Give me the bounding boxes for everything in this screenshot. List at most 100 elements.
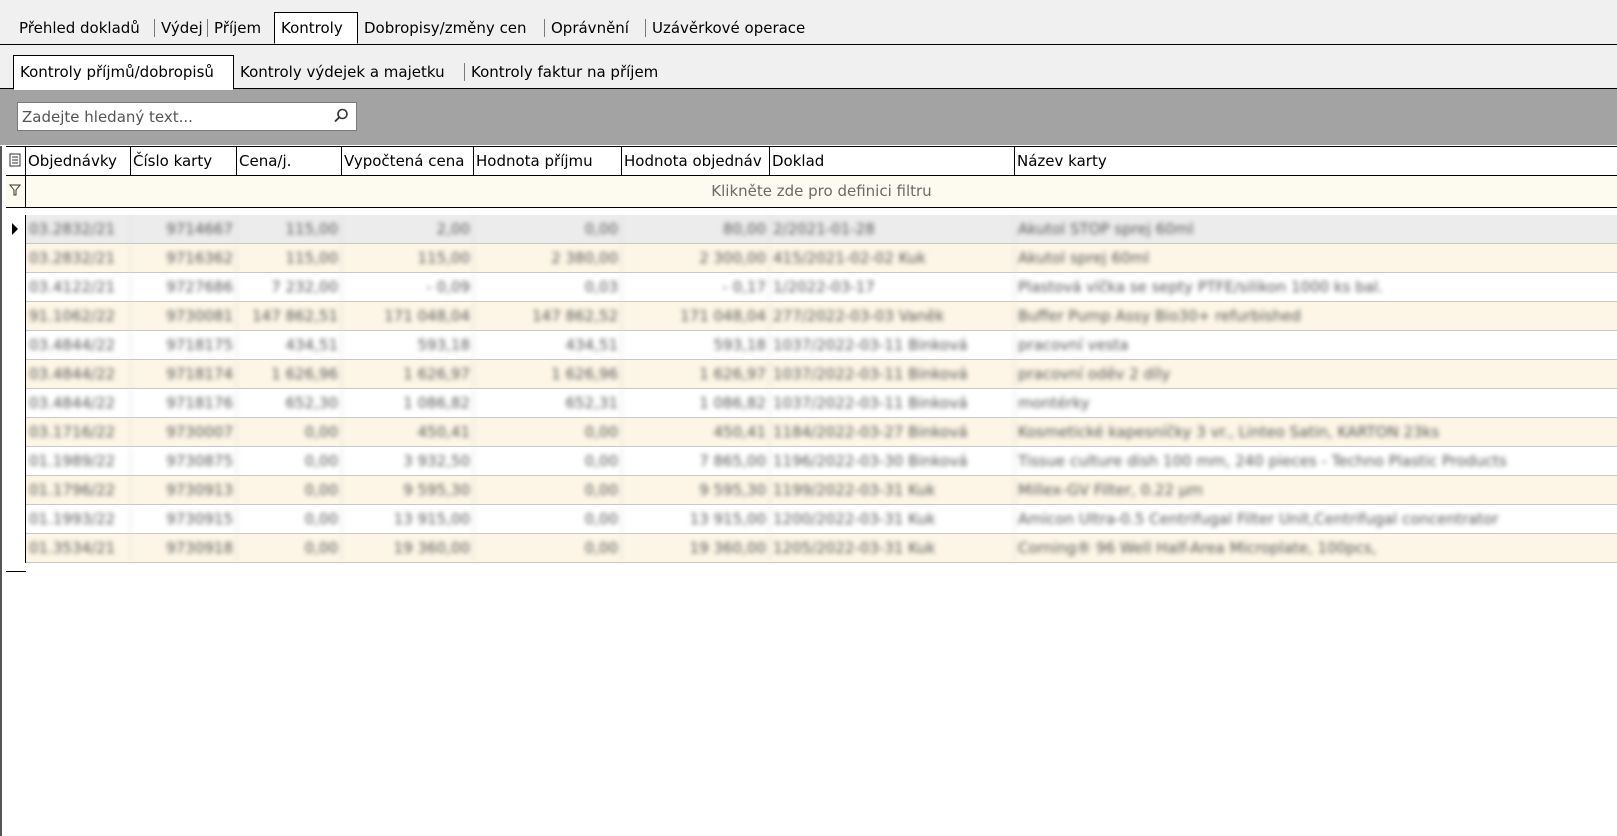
column-header-nazev-karty[interactable]: Název karty (1015, 147, 1617, 175)
table-cell[interactable]: 171 048,04 (622, 302, 770, 331)
table-cell[interactable]: 13 915,00 (342, 505, 474, 534)
table-row[interactable]: 01.1796/22 9730913 0,00 9 595,30 0,00 9 595,3… (6, 476, 1617, 505)
tab-kontroly[interactable]: Kontroly (274, 12, 358, 44)
row-indicator[interactable] (6, 215, 26, 244)
tab-vydej[interactable]: Výdej (155, 13, 208, 43)
table-cell[interactable]: 0,00 (237, 418, 342, 447)
table-cell[interactable]: 9718174 (131, 360, 237, 389)
table-cell[interactable]: 03.4844/22 (26, 389, 131, 418)
table-cell[interactable]: 80,00 (622, 215, 770, 244)
table-cell[interactable]: 2 300,00 (622, 244, 770, 273)
row-indicator[interactable] (6, 476, 26, 505)
column-header-hodnota-objednavky[interactable]: Hodnota objednáv (622, 147, 770, 175)
table-cell[interactable]: 1037/2022-03-11 Binková (770, 389, 1015, 418)
table-row[interactable]: 01.3534/21 9730918 0,00 19 360,00 0,00 19 360… (6, 534, 1617, 563)
table-cell[interactable]: Kosmetické kapesníčky 3 vr., Linteo Sati… (1015, 418, 1617, 447)
column-header-doklad[interactable]: Doklad (770, 147, 1015, 175)
table-cell[interactable]: 9730007 (131, 418, 237, 447)
table-row[interactable]: 03.4122/21 9727686 7 232,00- 0,09 0,03- 0,1… (6, 273, 1617, 302)
table-cell[interactable]: 03.2832/21 (26, 215, 131, 244)
subtab-kontroly-faktur[interactable]: Kontroly faktur na příjem (465, 57, 680, 88)
table-cell[interactable]: 0,00 (474, 215, 622, 244)
search-input[interactable] (18, 103, 322, 130)
table-cell[interactable]: Akutol STOP sprej 60ml (1015, 215, 1617, 244)
table-cell[interactable]: 19 360,00 (342, 534, 474, 563)
row-indicator[interactable] (6, 389, 26, 418)
table-cell[interactable]: 1/2022-03-17 (770, 273, 1015, 302)
table-row[interactable]: 03.4844/22 9718175 434,51 593,18 434,51 593,1… (6, 331, 1617, 360)
table-cell[interactable]: 0,00 (237, 476, 342, 505)
column-header-cislo-karty[interactable]: Číslo karty (131, 147, 237, 175)
tab-uzaverkove-operace[interactable]: Uzávěrkové operace (646, 13, 826, 43)
table-cell[interactable]: 2/2021-01-28 (770, 215, 1015, 244)
table-cell[interactable]: 9730081 (131, 302, 237, 331)
row-indicator[interactable] (6, 418, 26, 447)
table-cell[interactable]: Amicon Ultra-0.5 Centrifugal Filter Unit… (1015, 505, 1617, 534)
table-cell[interactable]: 7 865,00 (622, 447, 770, 476)
table-cell[interactable]: 9730918 (131, 534, 237, 563)
table-cell[interactable]: 115,00 (237, 215, 342, 244)
table-cell[interactable]: 652,31 (474, 389, 622, 418)
tab-prijem[interactable]: Příjem (208, 13, 273, 43)
column-chooser-icon[interactable] (6, 147, 26, 175)
table-cell[interactable]: 03.4122/21 (26, 273, 131, 302)
table-cell[interactable]: 2 380,00 (474, 244, 622, 273)
table-row[interactable]: 03.4844/22 9718174 1 626,96 1 626,97 1 626,9… (6, 360, 1617, 389)
table-cell[interactable]: 1 626,97 (622, 360, 770, 389)
tab-opravneni[interactable]: Oprávnění (545, 13, 646, 43)
table-cell[interactable]: 1037/2022-03-11 Binková (770, 331, 1015, 360)
table-cell[interactable]: 1196/2022-03-30 Binková (770, 447, 1015, 476)
table-cell[interactable]: 9730913 (131, 476, 237, 505)
table-row[interactable]: 03.2832/21 9716362 115,00 115,00 2 380,00 2 3… (6, 244, 1617, 273)
filter-icon[interactable] (6, 176, 26, 207)
table-cell[interactable]: 0,00 (474, 476, 622, 505)
row-indicator[interactable] (6, 447, 26, 476)
table-cell[interactable]: 7 232,00 (237, 273, 342, 302)
row-indicator[interactable] (6, 273, 26, 302)
table-cell[interactable]: 450,41 (342, 418, 474, 447)
table-cell[interactable]: 9 595,30 (342, 476, 474, 505)
table-cell[interactable]: Tissue culture dish 100 mm, 240 pieces -… (1015, 447, 1617, 476)
table-cell[interactable]: 147 862,51 (237, 302, 342, 331)
table-row[interactable]: 03.2832/21 9714667 115,00 2,00 0,00 80,00 2/20… (6, 215, 1617, 244)
table-cell[interactable]: 1 626,96 (237, 360, 342, 389)
table-cell[interactable]: 01.3534/21 (26, 534, 131, 563)
subtab-kontroly-prijmu[interactable]: Kontroly příjmů/dobropisů (13, 55, 234, 90)
table-cell[interactable]: 450,41 (622, 418, 770, 447)
subtab-kontroly-vydejek[interactable]: Kontroly výdejek a majetku (234, 57, 465, 88)
table-cell[interactable]: 03.1716/22 (26, 418, 131, 447)
filter-row[interactable]: Klikněte zde pro definici filtru (6, 176, 1617, 208)
table-cell[interactable]: 9718176 (131, 389, 237, 418)
tab-dobropisy[interactable]: Dobropisy/změny cen (358, 13, 545, 43)
table-cell[interactable]: Corning® 96 Well Half-Area Microplate, 1… (1015, 534, 1617, 563)
search-icon[interactable] (332, 107, 350, 125)
table-cell[interactable]: 0,00 (237, 505, 342, 534)
table-row[interactable]: 91.1062/22 9730081 147 862,51 171 048,04 147… (6, 302, 1617, 331)
table-cell[interactable]: 1 626,96 (474, 360, 622, 389)
table-cell[interactable]: Plastová víčka se septy PTFE/silikon 100… (1015, 273, 1617, 302)
table-cell[interactable]: - 0,09 (342, 273, 474, 302)
table-cell[interactable]: 1200/2022-03-31 Kuk (770, 505, 1015, 534)
table-cell[interactable]: 9716362 (131, 244, 237, 273)
table-cell[interactable]: 01.1993/22 (26, 505, 131, 534)
table-cell[interactable]: 0,00 (474, 505, 622, 534)
table-cell[interactable]: 0,03 (474, 273, 622, 302)
table-cell[interactable]: 0,00 (474, 447, 622, 476)
table-cell[interactable]: 147 862,52 (474, 302, 622, 331)
table-cell[interactable]: Akutol sprej 60ml (1015, 244, 1617, 273)
table-cell[interactable]: 434,51 (237, 331, 342, 360)
table-cell[interactable]: 3 932,50 (342, 447, 474, 476)
table-cell[interactable]: 115,00 (237, 244, 342, 273)
column-header-vypoctena-cena[interactable]: Vypočtená cena (342, 147, 474, 175)
table-cell[interactable]: 01.1796/22 (26, 476, 131, 505)
table-cell[interactable]: 434,51 (474, 331, 622, 360)
table-cell[interactable]: 13 915,00 (622, 505, 770, 534)
table-cell[interactable]: montérky (1015, 389, 1617, 418)
table-cell[interactable]: 415/2021-02-02 Kuk (770, 244, 1015, 273)
table-cell[interactable]: - 0,17 (622, 273, 770, 302)
table-cell[interactable]: 19 360,00 (622, 534, 770, 563)
row-indicator[interactable] (6, 534, 26, 563)
row-indicator[interactable] (6, 360, 26, 389)
table-cell[interactable]: 03.4844/22 (26, 360, 131, 389)
table-cell[interactable]: 115,00 (342, 244, 474, 273)
